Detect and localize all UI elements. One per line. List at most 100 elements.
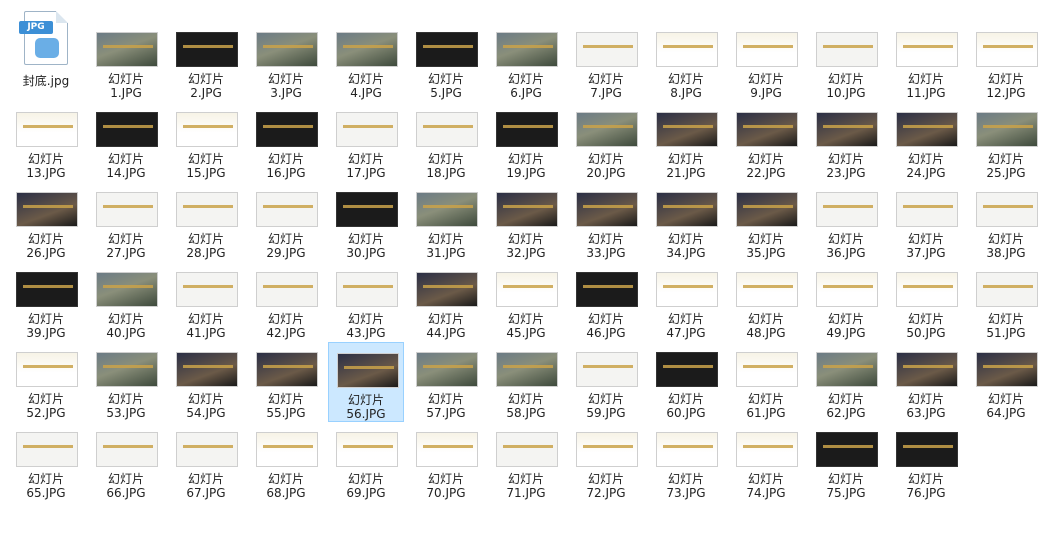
file-item[interactable]: 幻灯片 61.JPG — [728, 342, 804, 422]
file-item[interactable]: 幻灯片 74.JPG — [728, 422, 804, 502]
file-item[interactable]: 幻灯片 26.JPG — [8, 182, 84, 262]
file-item[interactable]: 幻灯片 25.JPG — [968, 102, 1041, 182]
file-item[interactable]: 幻灯片 6.JPG — [488, 22, 564, 102]
slide-thumbnail — [976, 112, 1038, 147]
thumbnail-accent — [423, 45, 473, 48]
file-item[interactable]: 幻灯片 63.JPG — [888, 342, 964, 422]
file-item[interactable]: 幻灯片 56.JPG — [328, 342, 404, 422]
file-item[interactable]: 幻灯片 12.JPG — [968, 22, 1041, 102]
file-item[interactable]: 幻灯片 51.JPG — [968, 262, 1041, 342]
file-item[interactable]: 幻灯片 28.JPG — [168, 182, 244, 262]
file-item[interactable]: 幻灯片 57.JPG — [408, 342, 484, 422]
file-name: 幻灯片 39.JPG — [8, 312, 84, 340]
file-item[interactable]: 幻灯片 65.JPG — [8, 422, 84, 502]
file-item[interactable]: 幻灯片 72.JPG — [568, 422, 644, 502]
file-item[interactable]: 幻灯片 7.JPG — [568, 22, 644, 102]
file-item[interactable]: 幻灯片 3.JPG — [248, 22, 324, 102]
file-item[interactable]: 幻灯片 52.JPG — [8, 342, 84, 422]
file-item[interactable]: 幻灯片 9.JPG — [728, 22, 804, 102]
file-item[interactable]: 幻灯片 14.JPG — [88, 102, 164, 182]
file-item[interactable]: 幻灯片 2.JPG — [168, 22, 244, 102]
file-name-line1: 幻灯片 — [507, 392, 544, 406]
file-name-line1: 幻灯片 — [507, 472, 544, 486]
file-item[interactable]: 幻灯片 68.JPG — [248, 422, 324, 502]
file-item[interactable]: 幻灯片 31.JPG — [408, 182, 484, 262]
file-item[interactable]: 幻灯片 43.JPG — [328, 262, 404, 342]
file-name: 幻灯片 9.JPG — [728, 72, 804, 100]
file-item[interactable]: 幻灯片 15.JPG — [168, 102, 244, 182]
file-name-line2: 42.JPG — [266, 326, 306, 340]
file-item[interactable]: 幻灯片 75.JPG — [808, 422, 884, 502]
file-item[interactable]: 幻灯片 13.JPG — [8, 102, 84, 182]
file-item[interactable]: 幻灯片 32.JPG — [488, 182, 564, 262]
file-item[interactable]: 幻灯片 29.JPG — [248, 182, 324, 262]
file-item[interactable]: 幻灯片 30.JPG — [328, 182, 404, 262]
slide-thumbnail — [336, 32, 398, 67]
file-item[interactable]: 幻灯片 36.JPG — [808, 182, 884, 262]
file-name-line2: 75.JPG — [826, 486, 866, 500]
file-item[interactable]: 幻灯片 33.JPG — [568, 182, 644, 262]
file-item[interactable]: 幻灯片 55.JPG — [248, 342, 324, 422]
file-item[interactable]: 幻灯片 5.JPG — [408, 22, 484, 102]
file-item[interactable]: 幻灯片 58.JPG — [488, 342, 564, 422]
file-item[interactable]: 幻灯片 49.JPG — [808, 262, 884, 342]
file-item[interactable]: 幻灯片 19.JPG — [488, 102, 564, 182]
file-item[interactable]: 幻灯片 17.JPG — [328, 102, 404, 182]
file-item[interactable]: 幻灯片 76.JPG — [888, 422, 964, 502]
file-item[interactable]: 幻灯片 34.JPG — [648, 182, 724, 262]
file-name: 幻灯片 5.JPG — [408, 72, 484, 100]
file-item[interactable]: 幻灯片 50.JPG — [888, 262, 964, 342]
slide-thumbnail — [576, 352, 638, 387]
file-name-line2: 11.JPG — [906, 86, 946, 100]
file-item[interactable]: 幻灯片 20.JPG — [568, 102, 644, 182]
file-item[interactable]: 幻灯片 70.JPG — [408, 422, 484, 502]
file-item[interactable]: 幻灯片 54.JPG — [168, 342, 244, 422]
file-name-line1: 幻灯片 — [987, 392, 1024, 406]
file-item[interactable]: 幻灯片 67.JPG — [168, 422, 244, 502]
file-item[interactable]: 幻灯片 69.JPG — [328, 422, 404, 502]
slide-thumbnail — [976, 272, 1038, 307]
file-item[interactable]: 幻灯片 45.JPG — [488, 262, 564, 342]
file-name-line1: 幻灯片 — [507, 312, 544, 326]
file-item[interactable]: 幻灯片 1.JPG — [88, 22, 164, 102]
file-name-line1: 幻灯片 — [907, 312, 944, 326]
file-item[interactable]: 幻灯片 66.JPG — [88, 422, 164, 502]
file-item[interactable]: 幻灯片 8.JPG — [648, 22, 724, 102]
file-item[interactable]: 幻灯片 53.JPG — [88, 342, 164, 422]
file-item[interactable]: 幻灯片 71.JPG — [488, 422, 564, 502]
file-item[interactable]: 幻灯片 64.JPG — [968, 342, 1041, 422]
file-item[interactable]: 幻灯片 41.JPG — [168, 262, 244, 342]
file-name: 幻灯片 53.JPG — [88, 392, 164, 420]
slide-thumbnail — [256, 32, 318, 67]
thumbnail-accent — [983, 45, 1033, 48]
file-item[interactable]: 幻灯片 59.JPG — [568, 342, 644, 422]
file-item[interactable]: 幻灯片 47.JPG — [648, 262, 724, 342]
file-name-line2: 2.JPG — [190, 86, 222, 100]
file-name: 幻灯片 11.JPG — [888, 72, 964, 100]
file-item[interactable]: 幻灯片 4.JPG — [328, 22, 404, 102]
file-item[interactable]: 幻灯片 60.JPG — [648, 342, 724, 422]
file-item[interactable]: 幻灯片 48.JPG — [728, 262, 804, 342]
file-item[interactable]: 幻灯片 73.JPG — [648, 422, 724, 502]
file-item[interactable]: 幻灯片 24.JPG — [888, 102, 964, 182]
file-item[interactable]: 幻灯片 21.JPG — [648, 102, 724, 182]
file-item[interactable]: 幻灯片 27.JPG — [88, 182, 164, 262]
file-item[interactable]: 幻灯片 10.JPG — [808, 22, 884, 102]
file-item[interactable]: 幻灯片 40.JPG — [88, 262, 164, 342]
cover-file-item[interactable]: JPG 封底.jpg — [8, 8, 84, 94]
slide-thumbnail — [736, 192, 798, 227]
file-item[interactable]: 幻灯片 38.JPG — [968, 182, 1041, 262]
file-item[interactable]: 幻灯片 18.JPG — [408, 102, 484, 182]
file-item[interactable]: 幻灯片 62.JPG — [808, 342, 884, 422]
file-item[interactable]: 幻灯片 39.JPG — [8, 262, 84, 342]
file-item[interactable]: 幻灯片 16.JPG — [248, 102, 324, 182]
file-item[interactable]: 幻灯片 35.JPG — [728, 182, 804, 262]
file-item[interactable]: 幻灯片 23.JPG — [808, 102, 884, 182]
file-item[interactable]: 幻灯片 42.JPG — [248, 262, 324, 342]
file-item[interactable]: 幻灯片 37.JPG — [888, 182, 964, 262]
file-item[interactable]: 幻灯片 46.JPG — [568, 262, 644, 342]
file-item[interactable]: 幻灯片 44.JPG — [408, 262, 484, 342]
file-item[interactable]: 幻灯片 11.JPG — [888, 22, 964, 102]
file-item[interactable]: 幻灯片 22.JPG — [728, 102, 804, 182]
file-name: 幻灯片 59.JPG — [568, 392, 644, 420]
